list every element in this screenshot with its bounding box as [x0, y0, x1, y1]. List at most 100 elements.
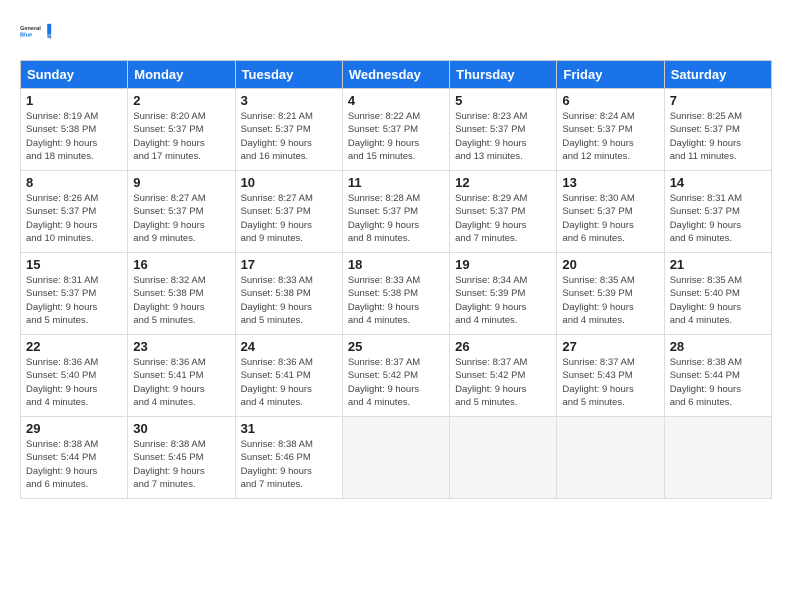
- day-number: 26: [455, 339, 551, 354]
- weekday-header-monday: Monday: [128, 61, 235, 89]
- calendar-week-row: 8 Sunrise: 8:26 AM Sunset: 5:37 PM Daylig…: [21, 171, 772, 253]
- day-info: Sunrise: 8:37 AM Sunset: 5:42 PM Dayligh…: [455, 356, 551, 409]
- day-number: 13: [562, 175, 658, 190]
- day-number: 16: [133, 257, 229, 272]
- day-number: 22: [26, 339, 122, 354]
- day-info: Sunrise: 8:27 AM Sunset: 5:37 PM Dayligh…: [241, 192, 337, 245]
- calendar-cell: 18 Sunrise: 8:33 AM Sunset: 5:38 PM Dayli…: [342, 253, 449, 335]
- calendar-cell: 26 Sunrise: 8:37 AM Sunset: 5:42 PM Dayli…: [450, 335, 557, 417]
- day-info: Sunrise: 8:31 AM Sunset: 5:37 PM Dayligh…: [26, 274, 122, 327]
- day-number: 20: [562, 257, 658, 272]
- day-number: 19: [455, 257, 551, 272]
- day-info: Sunrise: 8:36 AM Sunset: 5:41 PM Dayligh…: [133, 356, 229, 409]
- day-info: Sunrise: 8:37 AM Sunset: 5:43 PM Dayligh…: [562, 356, 658, 409]
- calendar-week-row: 15 Sunrise: 8:31 AM Sunset: 5:37 PM Dayli…: [21, 253, 772, 335]
- day-number: 14: [670, 175, 766, 190]
- calendar-cell: 17Sunrise: 8:33 AM Sunset: 5:38 PM Dayli…: [235, 253, 342, 335]
- svg-text:Blue: Blue: [20, 33, 32, 39]
- day-number: 30: [133, 421, 229, 436]
- calendar-cell: 21Sunrise: 8:35 AM Sunset: 5:40 PM Dayli…: [664, 253, 771, 335]
- weekday-header-saturday: Saturday: [664, 61, 771, 89]
- calendar-table: SundayMondayTuesdayWednesdayThursdayFrid…: [20, 60, 772, 499]
- day-number: 23: [133, 339, 229, 354]
- main-container: GeneralBlue SundayMondayTuesdayWednesday…: [0, 0, 792, 509]
- day-number: 12: [455, 175, 551, 190]
- calendar-cell: 13 Sunrise: 8:30 AM Sunset: 5:37 PM Dayli…: [557, 171, 664, 253]
- calendar-cell: 23 Sunrise: 8:36 AM Sunset: 5:41 PM Dayli…: [128, 335, 235, 417]
- day-info: Sunrise: 8:26 AM Sunset: 5:37 PM Dayligh…: [26, 192, 122, 245]
- day-number: 31: [241, 421, 337, 436]
- calendar-cell: [450, 417, 557, 499]
- calendar-week-row: 1 Sunrise: 8:19 AM Sunset: 5:38 PM Daylig…: [21, 89, 772, 171]
- day-info: Sunrise: 8:33 AM Sunset: 5:38 PM Dayligh…: [348, 274, 444, 327]
- day-number: 29: [26, 421, 122, 436]
- calendar-cell: 25 Sunrise: 8:37 AM Sunset: 5:42 PM Dayli…: [342, 335, 449, 417]
- day-info: Sunrise: 8:31 AM Sunset: 5:37 PM Dayligh…: [670, 192, 766, 245]
- weekday-header-row: SundayMondayTuesdayWednesdayThursdayFrid…: [21, 61, 772, 89]
- day-number: 8: [26, 175, 122, 190]
- day-number: 5: [455, 93, 551, 108]
- day-info: Sunrise: 8:29 AM Sunset: 5:37 PM Dayligh…: [455, 192, 551, 245]
- day-info: Sunrise: 8:38 AM Sunset: 5:44 PM Dayligh…: [670, 356, 766, 409]
- weekday-header-tuesday: Tuesday: [235, 61, 342, 89]
- day-info: Sunrise: 8:21 AM Sunset: 5:37 PM Dayligh…: [241, 110, 337, 163]
- calendar-cell: 27 Sunrise: 8:37 AM Sunset: 5:43 PM Dayli…: [557, 335, 664, 417]
- calendar-cell: 11Sunrise: 8:28 AM Sunset: 5:37 PM Dayli…: [342, 171, 449, 253]
- calendar-cell: 28Sunrise: 8:38 AM Sunset: 5:44 PM Dayli…: [664, 335, 771, 417]
- weekday-header-friday: Friday: [557, 61, 664, 89]
- day-number: 17: [241, 257, 337, 272]
- day-info: Sunrise: 8:22 AM Sunset: 5:37 PM Dayligh…: [348, 110, 444, 163]
- day-number: 4: [348, 93, 444, 108]
- day-info: Sunrise: 8:27 AM Sunset: 5:37 PM Dayligh…: [133, 192, 229, 245]
- calendar-cell: 19 Sunrise: 8:34 AM Sunset: 5:39 PM Dayli…: [450, 253, 557, 335]
- day-info: Sunrise: 8:36 AM Sunset: 5:41 PM Dayligh…: [241, 356, 337, 409]
- calendar-cell: 16 Sunrise: 8:32 AM Sunset: 5:38 PM Dayli…: [128, 253, 235, 335]
- calendar-cell: 31 Sunrise: 8:38 AM Sunset: 5:46 PM Dayli…: [235, 417, 342, 499]
- calendar-cell: [342, 417, 449, 499]
- day-info: Sunrise: 8:38 AM Sunset: 5:46 PM Dayligh…: [241, 438, 337, 491]
- calendar-cell: 6 Sunrise: 8:24 AM Sunset: 5:37 PM Daylig…: [557, 89, 664, 171]
- calendar-cell: 30Sunrise: 8:38 AM Sunset: 5:45 PM Dayli…: [128, 417, 235, 499]
- calendar-cell: 5Sunrise: 8:23 AM Sunset: 5:37 PM Daylig…: [450, 89, 557, 171]
- calendar-cell: 14 Sunrise: 8:31 AM Sunset: 5:37 PM Dayli…: [664, 171, 771, 253]
- day-info: Sunrise: 8:36 AM Sunset: 5:40 PM Dayligh…: [26, 356, 122, 409]
- day-info: Sunrise: 8:30 AM Sunset: 5:37 PM Dayligh…: [562, 192, 658, 245]
- calendar-cell: 12 Sunrise: 8:29 AM Sunset: 5:37 PM Dayli…: [450, 171, 557, 253]
- day-info: Sunrise: 8:19 AM Sunset: 5:38 PM Dayligh…: [26, 110, 122, 163]
- day-info: Sunrise: 8:34 AM Sunset: 5:39 PM Dayligh…: [455, 274, 551, 327]
- day-info: Sunrise: 8:35 AM Sunset: 5:39 PM Dayligh…: [562, 274, 658, 327]
- calendar-cell: 20 Sunrise: 8:35 AM Sunset: 5:39 PM Dayli…: [557, 253, 664, 335]
- day-number: 3: [241, 93, 337, 108]
- calendar-cell: 10 Sunrise: 8:27 AM Sunset: 5:37 PM Dayli…: [235, 171, 342, 253]
- day-number: 11: [348, 175, 444, 190]
- weekday-header-wednesday: Wednesday: [342, 61, 449, 89]
- calendar-week-row: 22 Sunrise: 8:36 AM Sunset: 5:40 PM Dayli…: [21, 335, 772, 417]
- day-number: 27: [562, 339, 658, 354]
- day-info: Sunrise: 8:20 AM Sunset: 5:37 PM Dayligh…: [133, 110, 229, 163]
- day-info: Sunrise: 8:32 AM Sunset: 5:38 PM Dayligh…: [133, 274, 229, 327]
- calendar-cell: 22 Sunrise: 8:36 AM Sunset: 5:40 PM Dayli…: [21, 335, 128, 417]
- day-info: Sunrise: 8:24 AM Sunset: 5:37 PM Dayligh…: [562, 110, 658, 163]
- day-number: 18: [348, 257, 444, 272]
- day-number: 21: [670, 257, 766, 272]
- calendar-week-row: 29 Sunrise: 8:38 AM Sunset: 5:44 PM Dayli…: [21, 417, 772, 499]
- day-number: 6: [562, 93, 658, 108]
- header: GeneralBlue: [20, 16, 772, 48]
- logo-icon: GeneralBlue: [20, 16, 52, 48]
- svg-text:General: General: [20, 26, 41, 32]
- day-info: Sunrise: 8:25 AM Sunset: 5:37 PM Dayligh…: [670, 110, 766, 163]
- day-number: 9: [133, 175, 229, 190]
- calendar-cell: 2Sunrise: 8:20 AM Sunset: 5:37 PM Daylig…: [128, 89, 235, 171]
- calendar-cell: 8 Sunrise: 8:26 AM Sunset: 5:37 PM Daylig…: [21, 171, 128, 253]
- day-number: 10: [241, 175, 337, 190]
- calendar-cell: 7Sunrise: 8:25 AM Sunset: 5:37 PM Daylig…: [664, 89, 771, 171]
- day-info: Sunrise: 8:37 AM Sunset: 5:42 PM Dayligh…: [348, 356, 444, 409]
- calendar-cell: 15 Sunrise: 8:31 AM Sunset: 5:37 PM Dayli…: [21, 253, 128, 335]
- day-number: 15: [26, 257, 122, 272]
- calendar-cell: 9 Sunrise: 8:27 AM Sunset: 5:37 PM Daylig…: [128, 171, 235, 253]
- weekday-header-thursday: Thursday: [450, 61, 557, 89]
- day-number: 25: [348, 339, 444, 354]
- day-number: 1: [26, 93, 122, 108]
- weekday-header-sunday: Sunday: [21, 61, 128, 89]
- day-info: Sunrise: 8:38 AM Sunset: 5:44 PM Dayligh…: [26, 438, 122, 491]
